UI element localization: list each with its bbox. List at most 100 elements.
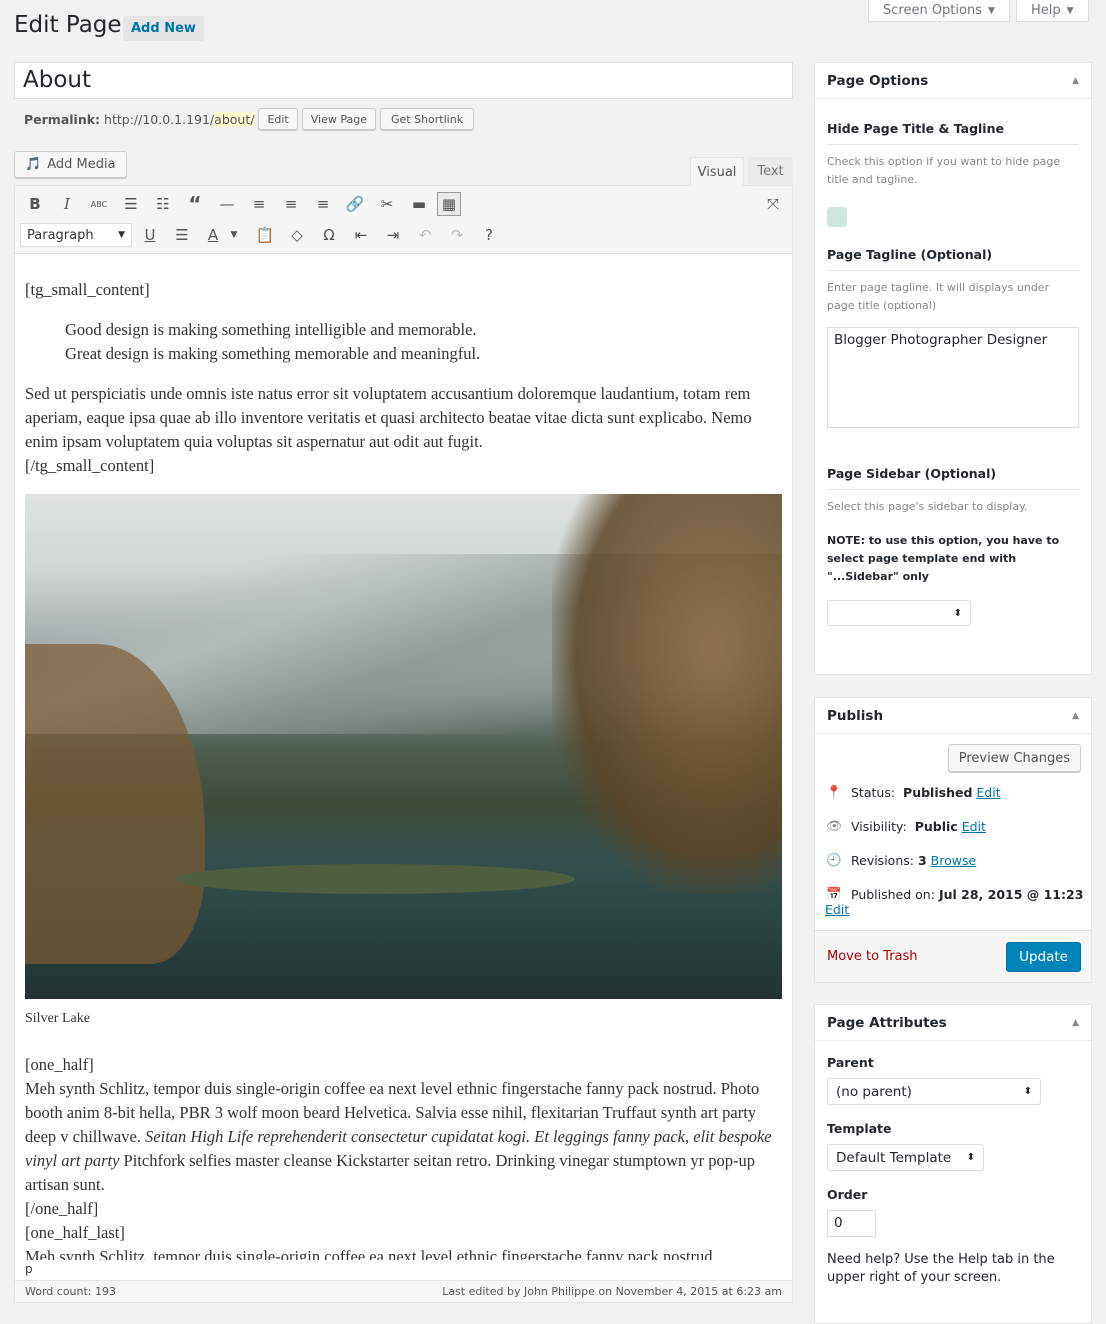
align-center-icon[interactable]: ≡ <box>279 193 303 215</box>
view-page-button[interactable]: View Page <box>301 108 376 130</box>
help-button[interactable]: Help ▼ <box>1016 0 1089 22</box>
status-bar: Word count: 193 Last edited by John Phili… <box>15 1280 792 1302</box>
indent-icon[interactable]: ⇥ <box>381 224 405 246</box>
sidebar-note: NOTE: to use this option, you have to se… <box>827 534 1060 583</box>
fullscreen-icon[interactable]: ⤧ <box>761 193 785 215</box>
island <box>175 864 575 894</box>
media-icon: 🎵 <box>25 157 42 172</box>
caret-down-icon: ▼ <box>1066 5 1074 16</box>
paragraph: Sed ut perspiciatis unde omnis iste natu… <box>25 384 752 451</box>
format-select-value: Paragraph <box>27 227 94 243</box>
bold-icon[interactable]: B <box>23 193 47 215</box>
edit-permalink-button[interactable]: Edit <box>258 108 298 130</box>
collapse-icon[interactable]: ▲ <box>1072 711 1079 721</box>
paragraph: Meh synth Schlitz, tempor duis single-or… <box>25 1079 772 1194</box>
redo-icon[interactable]: ↷ <box>445 224 469 246</box>
lake-photo[interactable] <box>25 494 782 999</box>
format-select[interactable]: Paragraph ▼ <box>20 223 132 247</box>
permalink-row: Permalink: http://10.0.1.191/about/ Edit… <box>24 108 475 130</box>
order-input[interactable]: 0 <box>827 1210 876 1237</box>
add-media-button[interactable]: 🎵 Add Media <box>14 151 127 178</box>
page-title: Edit Page <box>14 12 122 38</box>
italic-icon[interactable]: I <box>55 193 79 215</box>
editor-content[interactable]: [tg_small_content] Good design is making… <box>25 278 785 1269</box>
bullet-list-icon[interactable]: ☰ <box>119 193 143 215</box>
tab-visual[interactable]: Visual <box>690 157 744 186</box>
trees-right <box>552 494 782 894</box>
update-button[interactable]: Update <box>1006 941 1081 972</box>
page-attributes-header[interactable]: Page Attributes ▲ <box>815 1005 1091 1041</box>
help-label: Help <box>1031 3 1061 18</box>
edit-status-link[interactable]: Edit <box>976 785 1000 800</box>
undo-icon[interactable]: ↶ <box>413 224 437 246</box>
justify-icon[interactable]: ☰ <box>170 224 194 246</box>
sidebar-select[interactable]: ⬍ <box>827 600 971 626</box>
special-char-icon[interactable]: Ω <box>317 224 341 246</box>
shortcode-open: [tg_small_content] <box>25 280 150 299</box>
visibility-row: 👁 Visibility: Public Edit <box>826 818 986 834</box>
parent-select[interactable]: (no parent) ⬍ <box>827 1078 1041 1105</box>
select-arrows-icon: ⬍ <box>1023 1086 1032 1097</box>
hide-title-desc: Check this option if you want to hide pa… <box>827 155 1061 186</box>
align-left-icon[interactable]: ≡ <box>247 193 271 215</box>
link-icon[interactable]: 🔗 <box>343 193 367 215</box>
unlink-icon[interactable]: ✂ <box>375 193 399 215</box>
history-icon: 🕘 <box>826 852 842 867</box>
parent-label: Parent <box>827 1055 874 1070</box>
browse-revisions-link[interactable]: Browse <box>931 853 977 868</box>
outdent-icon[interactable]: ⇤ <box>349 224 373 246</box>
status-row: 📍 Status: Published Edit <box>826 784 1001 800</box>
collapse-icon[interactable]: ▲ <box>1072 1018 1079 1028</box>
strikethrough-icon[interactable]: ABC <box>87 193 111 215</box>
blockquote-icon[interactable]: “ <box>183 192 207 216</box>
caret-down-icon[interactable]: ▼ <box>227 224 241 246</box>
attributes-help-text: Need help? Use the Help tab in the upper… <box>827 1252 1055 1285</box>
tab-text[interactable]: Text <box>748 157 793 185</box>
editor-toolbar: B I ABC ☰ ☷ “ — ≡ ≡ ≡ 🔗 ✂ ▬ ▦ ⤧ Paragrap… <box>15 186 792 254</box>
paste-text-icon[interactable]: 📋 <box>253 224 277 246</box>
hide-title-heading: Hide Page Title & Tagline <box>827 113 1079 145</box>
element-path: p <box>15 1260 792 1280</box>
add-new-button[interactable]: Add New <box>123 16 204 41</box>
calendar-icon: 📅 <box>826 886 842 901</box>
screen-options-button[interactable]: Screen Options ▼ <box>868 0 1010 22</box>
numbered-list-icon[interactable]: ☷ <box>151 193 175 215</box>
tagline-textarea[interactable]: Blogger Photographer Designer <box>827 327 1079 428</box>
read-more-icon[interactable]: ▬ <box>407 193 431 215</box>
quote-line: Great design is making something memorab… <box>65 344 481 363</box>
collapse-icon[interactable]: ▲ <box>1072 76 1079 86</box>
toolbar-toggle-icon[interactable]: ▦ <box>437 192 461 216</box>
horizontal-line-icon[interactable]: — <box>215 193 239 215</box>
sidebar-desc: Select this page's sidebar to display. <box>827 500 1028 513</box>
edit-date-link[interactable]: Edit <box>825 902 1091 917</box>
select-arrows-icon: ⬍ <box>953 607 962 619</box>
tagline-heading: Page Tagline (Optional) <box>827 239 1079 271</box>
align-right-icon[interactable]: ≡ <box>311 193 335 215</box>
get-shortlink-button[interactable]: Get Shortlink <box>379 108 475 130</box>
preview-changes-button[interactable]: Preview Changes <box>947 744 1081 772</box>
clear-format-icon[interactable]: ◇ <box>285 224 309 246</box>
eye-icon: 👁 <box>826 818 842 833</box>
image-caption: Silver Lake <box>25 1011 90 1026</box>
move-to-trash-link[interactable]: Move to Trash <box>827 949 918 964</box>
revisions-row: 🕘 Revisions: 3 Browse <box>826 852 977 868</box>
text-color-icon[interactable]: A <box>201 224 225 246</box>
permalink-base: http://10.0.1.191/ <box>104 111 215 127</box>
shortcode-open: [one_half_last] <box>25 1223 125 1242</box>
help-icon[interactable]: ? <box>477 224 501 246</box>
page-options-header[interactable]: Page Options ▲ <box>815 63 1091 99</box>
edit-visibility-link[interactable]: Edit <box>962 819 986 834</box>
page-options-box: Page Options ▲ Hide Page Title & Tagline … <box>814 62 1092 675</box>
permalink-slug[interactable]: about/ <box>214 111 255 127</box>
publish-header[interactable]: Publish ▲ <box>815 698 1091 734</box>
hide-title-toggle[interactable] <box>827 207 847 227</box>
last-edited: Last edited by John Philippe on November… <box>442 1285 782 1298</box>
title-input[interactable]: About <box>14 62 793 99</box>
template-select[interactable]: Default Template ⬍ <box>827 1144 984 1171</box>
permalink-label: Permalink: <box>24 111 101 127</box>
underline-icon[interactable]: U <box>138 224 162 246</box>
publish-box: Publish ▲ Preview Changes 📍 Status: Publish… <box>814 697 1092 983</box>
template-label: Template <box>827 1121 892 1136</box>
editor: B I ABC ☰ ☷ “ — ≡ ≡ ≡ 🔗 ✂ ▬ ▦ ⤧ Paragrap… <box>14 185 793 1303</box>
shortcode-close: [/one_half] <box>25 1199 99 1218</box>
